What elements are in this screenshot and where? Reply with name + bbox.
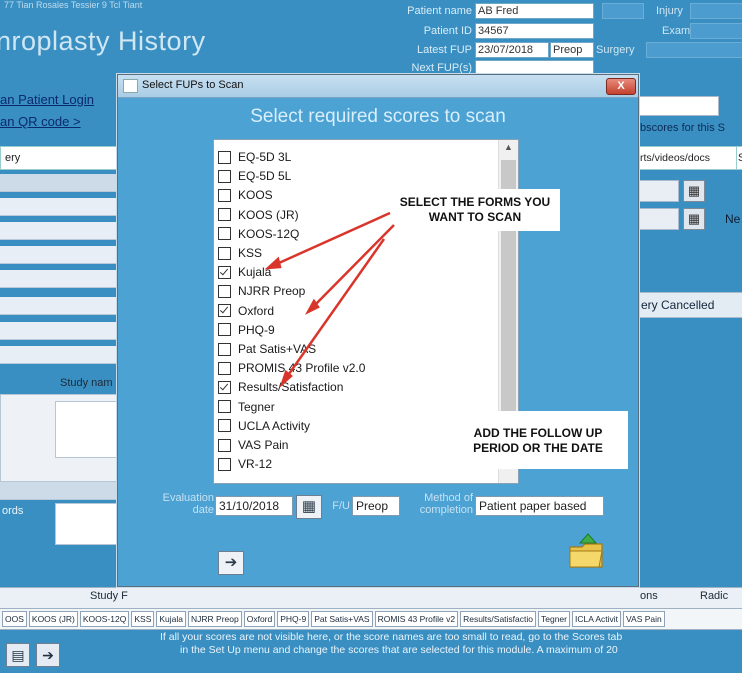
score-chip[interactable]: OOS — [2, 611, 27, 627]
left-section-header — [0, 174, 120, 192]
injury-label: Injury — [656, 5, 683, 17]
score-chip[interactable]: KOOS (JR) — [28, 611, 78, 627]
ne-label: Ne — [725, 212, 741, 226]
select-fups-dialog: Select FUPs to Scan X Select required sc… — [117, 74, 639, 587]
left-row-2 — [0, 222, 120, 240]
footer-note: If all your scores are not visible here,… — [160, 631, 742, 657]
evaluation-date-label: Evaluation date — [162, 492, 214, 516]
score-chip[interactable]: NJRR Preop — [188, 611, 242, 627]
footer-note-line-2: in the Set Up menu and change the scores… — [180, 644, 618, 656]
arrowhead-kujala — [264, 256, 282, 270]
arrowhead-results — [279, 369, 293, 389]
latest-fup-field[interactable]: 23/07/2018 — [475, 42, 549, 58]
fu-field[interactable]: Preop — [352, 496, 400, 516]
patient-login-link[interactable]: an Patient Login — [0, 92, 94, 107]
surgery-cancelled-label: ery Cancelled — [641, 298, 715, 312]
study-name-label: Study nam — [60, 377, 113, 389]
patient-name-label: Patient name — [407, 5, 472, 17]
exam-field[interactable] — [690, 23, 742, 39]
score-chip[interactable]: Kujala — [156, 611, 187, 627]
score-chip[interactable]: Oxford — [243, 611, 276, 627]
scan-arrow-icon[interactable]: ➔ — [36, 643, 60, 667]
score-chip[interactable]: KSS — [131, 611, 155, 627]
next-fup-label: Next FUP(s) — [411, 62, 473, 74]
score-chip-bar: OOS KOOS (JR) KOOS-12Q KSS Kujala NJRR P… — [0, 608, 742, 630]
right-field-1[interactable] — [637, 180, 679, 202]
left-row-1 — [0, 198, 120, 216]
app-title: nroplasty History — [0, 26, 206, 56]
qr-code-link[interactable]: an QR code > — [0, 114, 81, 129]
patient-id-label: Patient ID — [423, 25, 472, 37]
arrow-to-results — [282, 238, 386, 382]
left-row-3 — [0, 246, 120, 264]
arrow-to-oxford — [309, 224, 395, 311]
score-chip[interactable]: PHQ-9 — [277, 611, 310, 627]
left-row-5 — [0, 297, 120, 315]
evaluation-date-field[interactable]: 31/10/2018 — [215, 496, 293, 516]
fu-label: F/U — [332, 500, 350, 512]
radio-footer-label: Radic — [700, 590, 729, 602]
score-chip[interactable]: ROMIS 43 Profile v2 — [374, 611, 459, 627]
left-row-7 — [0, 346, 120, 364]
exam-label: Exam — [662, 25, 691, 37]
left-row-4 — [0, 270, 120, 288]
footer-note-line-1: If all your scores are not visible here,… — [160, 631, 623, 643]
arrow-to-kujala — [269, 211, 391, 269]
subscores-label: bscores for this S — [640, 122, 725, 134]
score-chip[interactable]: VAS Pain — [623, 611, 665, 627]
folder-icon[interactable] — [566, 531, 606, 571]
study-footer-label: Study F — [90, 590, 128, 602]
subscore-select[interactable] — [637, 96, 719, 116]
score-chip[interactable]: KOOS-12Q — [79, 611, 130, 627]
score-chip[interactable]: Tegner — [538, 611, 570, 627]
print-icon[interactable]: ▤ — [6, 643, 30, 667]
study-name-field[interactable] — [55, 401, 121, 458]
latest-fup-type[interactable]: Preop — [550, 42, 594, 58]
left-section-footer — [0, 482, 120, 500]
surgery-label: Surgery — [596, 44, 635, 56]
left-row-6 — [0, 322, 120, 340]
tab-s[interactable]: S — [736, 146, 742, 170]
calendar-icon[interactable]: ▦ — [683, 208, 705, 230]
patient-name-field[interactable]: AB Fred — [475, 3, 594, 19]
surgery-field[interactable] — [646, 42, 742, 58]
keywords-label: ords — [2, 505, 24, 517]
calendar-icon[interactable]: ▦ — [683, 180, 705, 202]
top-strip: 77 Tian Rosales Tessier 9 Tcl Tiant — [4, 0, 143, 10]
injury-field-2[interactable] — [690, 3, 742, 19]
scan-arrow-icon[interactable]: ➔ — [218, 551, 244, 575]
right-field-2[interactable] — [637, 208, 679, 230]
tab-reports-videos-docs[interactable]: rts/videos/docs — [637, 146, 741, 170]
tab-history[interactable]: ery — [0, 146, 120, 170]
calendar-icon[interactable]: ▦ — [296, 495, 322, 519]
patient-id-field[interactable]: 34567 — [475, 23, 594, 39]
score-chip[interactable]: ICLA Activit — [572, 611, 621, 627]
method-label: Method of completion — [419, 492, 473, 516]
latest-fup-label: Latest FUP — [416, 44, 472, 56]
arrowhead-oxford — [304, 298, 320, 315]
score-chip[interactable]: Results/Satisfactio — [460, 611, 536, 627]
score-chip[interactable]: Pat Satis+VAS — [311, 611, 373, 627]
injury-field[interactable] — [602, 3, 644, 19]
keywords-field[interactable] — [55, 503, 121, 545]
method-field[interactable]: Patient paper based — [475, 496, 604, 516]
options-footer-label: ons — [640, 590, 658, 602]
